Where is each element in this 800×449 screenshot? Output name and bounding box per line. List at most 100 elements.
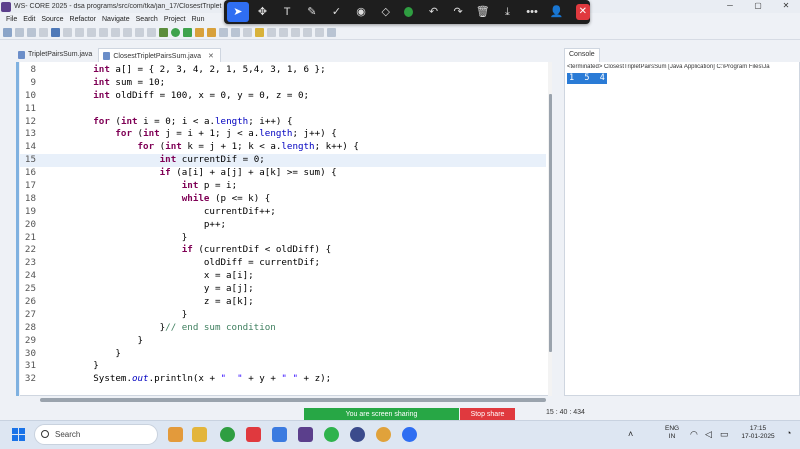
tab-triplet-pairs-sum[interactable]: TripletPairsSum.java xyxy=(14,48,98,62)
add-user-icon[interactable]: 👤 xyxy=(546,2,568,22)
step-over-icon[interactable] xyxy=(135,27,144,37)
whatsapp-icon[interactable] xyxy=(324,427,339,442)
volume-icon[interactable]: ◁ xyxy=(705,430,712,439)
console-output[interactable]: 1 5 4 xyxy=(567,73,607,84)
zoom-icon[interactable] xyxy=(402,427,417,442)
coverage-icon[interactable] xyxy=(183,27,192,37)
code-line: 32 System.out.println(x + " " + y + " " … xyxy=(24,373,332,385)
new-package-icon[interactable] xyxy=(219,27,228,37)
back-icon[interactable] xyxy=(303,27,312,37)
chrome-profile-icon[interactable] xyxy=(376,427,391,442)
menu-navigate[interactable]: Navigate xyxy=(102,16,130,23)
code-line: 28 }// end sum condition xyxy=(24,321,276,333)
pointer-icon[interactable]: ➤ xyxy=(227,2,249,22)
code-line: 29 } xyxy=(24,334,144,346)
window-controls: ─ ▢ ✕ xyxy=(716,0,800,13)
minimize-button[interactable]: ─ xyxy=(716,0,744,13)
console-tab[interactable]: Console xyxy=(564,48,600,62)
suspend-icon[interactable] xyxy=(87,27,96,37)
step-return-icon[interactable] xyxy=(147,27,156,37)
chrome-icon[interactable] xyxy=(220,427,235,442)
run-icon[interactable] xyxy=(171,27,180,37)
print-icon[interactable] xyxy=(39,27,48,37)
store-icon[interactable] xyxy=(272,427,287,442)
close-tab-icon[interactable]: ✕ xyxy=(208,53,214,60)
language-indicator[interactable]: ENG IN xyxy=(665,425,679,441)
editor-scroll-thumb[interactable] xyxy=(549,94,552,352)
tab-label: TripletPairsSum.java xyxy=(28,51,93,58)
pen-icon[interactable]: ✎ xyxy=(301,2,323,22)
more-icon[interactable]: ••• xyxy=(521,2,543,22)
code-line: 23 oldDiff = currentDif; xyxy=(24,257,321,269)
menu-project[interactable]: Project xyxy=(164,16,186,23)
menu-file[interactable]: File xyxy=(6,16,17,23)
trash-icon[interactable]: 🗑 xyxy=(472,2,494,22)
console-view[interactable] xyxy=(564,48,800,396)
widgets-icon[interactable] xyxy=(168,427,183,442)
tab-closest-triplet-pairs-sum[interactable]: ClosestTripletPairsSum.java ✕ xyxy=(98,48,221,62)
save-all-icon[interactable] xyxy=(27,27,36,37)
code-line: 14 for (int k = j + 1; k < a.length; k++… xyxy=(24,141,359,153)
file-explorer-icon[interactable] xyxy=(192,427,207,442)
windows-start-icon[interactable] xyxy=(12,428,25,441)
battery-icon[interactable]: ▭ xyxy=(720,430,729,439)
eclipse-icon[interactable] xyxy=(298,427,313,442)
menu-search[interactable]: Search xyxy=(136,16,158,23)
text-icon[interactable]: T xyxy=(276,2,298,22)
code-line: 9 int sum = 10; xyxy=(30,76,166,88)
menu-source[interactable]: Source xyxy=(41,16,63,23)
check-icon[interactable]: ✓ xyxy=(326,2,348,22)
code-line: 12 for (int i = 0; i < a.length; i++) { xyxy=(24,115,293,127)
pin-editor-icon[interactable] xyxy=(327,27,336,37)
move-icon[interactable]: ✥ xyxy=(252,2,274,22)
download-icon[interactable]: ⤓ xyxy=(497,2,519,22)
annotation-toolbar: ➤ ✥ T ✎ ✓ ◉ ◇ ↶ ↷ 🗑 ⤓ ••• 👤 ✕ xyxy=(224,0,590,24)
source-code[interactable]: 8 int a[] = { 2, 3, 4, 2, 1, 5,4, 3, 1, … xyxy=(20,64,546,386)
prev-annotation-icon[interactable] xyxy=(291,27,300,37)
terminal-icon[interactable] xyxy=(51,27,60,37)
color-picker-icon[interactable] xyxy=(403,7,413,17)
save-icon[interactable] xyxy=(15,27,24,37)
forward-icon[interactable] xyxy=(315,27,324,37)
menu-edit[interactable]: Edit xyxy=(23,16,35,23)
menu-run[interactable]: Run xyxy=(192,16,205,23)
toggle-mark-icon[interactable] xyxy=(267,27,276,37)
new-icon[interactable] xyxy=(3,27,12,37)
new-class-icon[interactable] xyxy=(231,27,240,37)
debug-icon[interactable] xyxy=(159,27,168,37)
code-line: 8 int a[] = { 2, 3, 4, 2, 1, 5,4, 3, 1, … xyxy=(30,64,326,75)
external-tools-icon[interactable] xyxy=(195,27,204,37)
taskbar-search[interactable]: Search xyxy=(34,424,158,445)
eraser-icon[interactable]: ◇ xyxy=(375,2,397,22)
disconnect-icon[interactable] xyxy=(111,27,120,37)
notification-icon[interactable]: ◔ xyxy=(786,429,791,438)
resume-icon[interactable] xyxy=(75,27,84,37)
chevron-up-icon[interactable]: ˄ xyxy=(628,430,633,439)
maximize-button[interactable]: ▢ xyxy=(744,0,772,13)
editor-horizontal-scrollbar[interactable] xyxy=(40,398,546,402)
region-label: IN xyxy=(668,433,676,440)
close-annotation-icon[interactable]: ✕ xyxy=(575,4,590,20)
code-line: 22 if (currentDif < oldDiff) { xyxy=(24,244,332,256)
next-annotation-icon[interactable] xyxy=(279,27,288,37)
terminate-icon[interactable] xyxy=(99,27,108,37)
console-terminated-label: <terminated> ClosestTripletPairsSum [Jav… xyxy=(567,64,770,70)
youtube-icon[interactable] xyxy=(246,427,261,442)
redo-icon[interactable]: ↷ xyxy=(447,2,469,22)
java-file-icon xyxy=(18,51,25,59)
wifi-icon[interactable]: ◠ xyxy=(690,430,698,439)
app-icon[interactable] xyxy=(350,427,365,442)
spotlight-icon[interactable]: ◉ xyxy=(350,2,372,22)
skip-breakpoints-icon[interactable] xyxy=(63,27,72,37)
open-type-icon[interactable] xyxy=(243,27,252,37)
menu-refactor[interactable]: Refactor xyxy=(70,16,96,23)
new-java-project-icon[interactable] xyxy=(207,27,216,37)
code-line: 30 } xyxy=(24,347,121,359)
code-line: 24 x = a[i]; xyxy=(24,270,254,282)
clock[interactable]: 17:15 17-01-2025 xyxy=(736,425,780,441)
tab-label: ClosestTripletPairsSum.java xyxy=(113,53,201,60)
step-into-icon[interactable] xyxy=(123,27,132,37)
search-toolbar-icon[interactable] xyxy=(255,27,264,37)
undo-icon[interactable]: ↶ xyxy=(423,2,445,22)
close-window-button[interactable]: ✕ xyxy=(772,0,800,13)
